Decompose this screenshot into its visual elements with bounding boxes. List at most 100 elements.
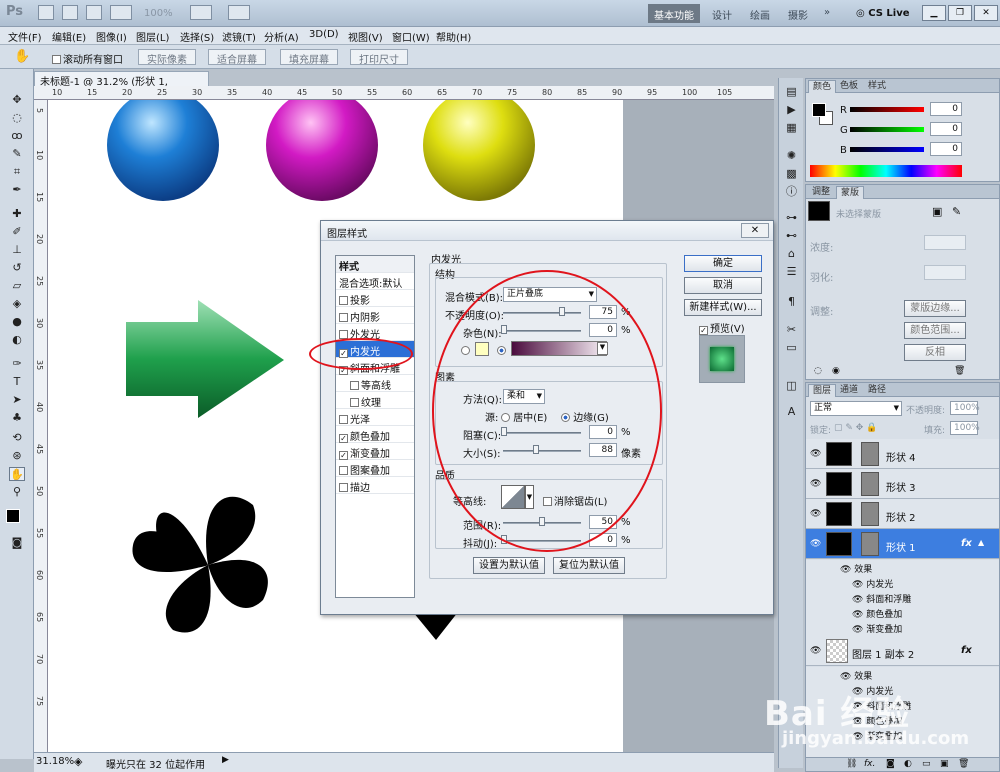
document-tab[interactable]: 未标题-1 @ 31.2% (形状 1, RGB/8) * ✕	[34, 71, 209, 99]
navigator-icon[interactable]: ▩	[783, 166, 800, 181]
mask-edge-button[interactable]: 蒙版边缘...	[904, 300, 966, 317]
crop-tool-icon[interactable]: ⌗	[9, 165, 25, 179]
layer-row[interactable]: 👁 形状 4	[806, 439, 999, 469]
mask-icon[interactable]: ✂	[783, 322, 800, 337]
new-style-button[interactable]: 新建样式(W)...	[684, 299, 762, 316]
feather-input[interactable]	[924, 265, 966, 280]
actions-icon[interactable]: ▶	[783, 102, 800, 117]
layer-row-selected[interactable]: 👁 形状 1 fx ▲	[806, 529, 999, 559]
new-layer-icon[interactable]: ▣	[940, 759, 949, 769]
ok-button[interactable]: 确定	[684, 255, 762, 272]
texture-checkbox[interactable]	[350, 398, 359, 407]
pen-tool-icon[interactable]: ✑	[9, 357, 25, 371]
type-tool-icon[interactable]: T	[9, 375, 25, 389]
tab-layers[interactable]: 图层	[808, 384, 837, 397]
satin-checkbox[interactable]	[339, 415, 348, 424]
eyedropper-tool-icon[interactable]: ✒	[9, 183, 25, 197]
zoom-tool-icon[interactable]: ⚲	[9, 485, 25, 499]
fx-badge[interactable]: fx	[961, 538, 972, 549]
r-input[interactable]: 0	[930, 102, 962, 116]
menu-help[interactable]: 帮助(H)	[436, 29, 471, 44]
workspace-essentials[interactable]: 基本功能	[648, 4, 700, 23]
animation-icon[interactable]: ▦	[783, 120, 800, 135]
menu-image[interactable]: 图像(I)	[96, 29, 127, 44]
eye-icon[interactable]: 👁	[810, 509, 821, 519]
paragraph-icon[interactable]: ¶	[783, 294, 800, 309]
move-tool-icon[interactable]: ✥	[9, 93, 25, 107]
collapse-effects-icon[interactable]: ▲	[978, 538, 984, 547]
style-stroke[interactable]: 描边	[336, 477, 414, 494]
tab-styles[interactable]: 样式	[864, 80, 890, 93]
g-input[interactable]: 0	[930, 122, 962, 136]
workspace-more-icon[interactable]: »	[818, 4, 836, 23]
lasso-tool-icon[interactable]: ꝏ	[9, 129, 25, 143]
layer-row[interactable]: 👁 形状 3	[806, 469, 999, 499]
menu-window[interactable]: 窗口(W)	[392, 29, 430, 44]
menu-layer[interactable]: 图层(L)	[136, 29, 169, 44]
fx-badge[interactable]: fx	[961, 645, 972, 656]
inner-shadow-checkbox[interactable]	[339, 313, 348, 322]
actual-pixels-button[interactable]: 实际像素	[138, 49, 196, 66]
layer-blend-select[interactable]: 正常 ▼	[810, 401, 902, 416]
drop-shadow-checkbox[interactable]	[339, 296, 348, 305]
quick-select-tool-icon[interactable]: ✎	[9, 147, 25, 161]
styles-header[interactable]: 样式	[336, 256, 414, 273]
b-input[interactable]: 0	[930, 142, 962, 156]
3d-rotate-icon[interactable]: ⟲	[9, 431, 25, 445]
hand-tool-icon[interactable]: ✋	[9, 467, 25, 481]
gradient-overlay-checkbox[interactable]: ✓	[339, 451, 348, 460]
dodge-tool-icon[interactable]: ◐	[9, 333, 25, 347]
link-layers-icon[interactable]: ⛓	[846, 759, 857, 769]
delete-mask-icon[interactable]: 🗑	[954, 366, 965, 376]
character-icon[interactable]: A	[783, 404, 800, 419]
screen-mode-icon[interactable]	[228, 5, 250, 20]
tab-channels[interactable]: 通道	[836, 384, 862, 397]
bridge-icon[interactable]	[38, 5, 54, 20]
invert-button[interactable]: 反相	[904, 344, 966, 361]
vector-mask-icon[interactable]: ✎	[952, 205, 961, 218]
effect-row[interactable]: 👁 内发光	[852, 577, 893, 590]
reset-default-button[interactable]: 复位为默认值	[553, 557, 625, 574]
style-contour[interactable]: 等高线	[336, 375, 414, 392]
restore-icon[interactable]: ❐	[948, 5, 972, 21]
effects-header[interactable]: 👁 效果	[840, 562, 872, 575]
3d-icon[interactable]: ☰	[783, 264, 800, 279]
pattern-overlay-checkbox[interactable]	[339, 466, 348, 475]
status-info-icon[interactable]: ◈	[74, 755, 82, 768]
delete-layer-icon[interactable]: 🗑	[958, 759, 969, 769]
tool-presets-icon[interactable]: ⊷	[783, 228, 800, 243]
style-blend-options[interactable]: 混合选项:默认	[336, 273, 414, 290]
tab-swatches[interactable]: 色板	[836, 80, 862, 93]
menu-select[interactable]: 选择(S)	[180, 29, 214, 44]
effect-row[interactable]: 👁 颜色叠加	[852, 607, 902, 620]
eye-icon[interactable]: 👁	[810, 449, 821, 459]
close-window-icon[interactable]: ✕	[974, 5, 998, 21]
eye-icon[interactable]: 👁	[810, 646, 821, 656]
tab-paths[interactable]: 路径	[864, 384, 890, 397]
menu-view[interactable]: 视图(V)	[348, 29, 383, 44]
style-pattern-overlay[interactable]: 图案叠加	[336, 460, 414, 477]
fill-input[interactable]: 100%	[950, 421, 980, 435]
layer-opacity-input[interactable]: 100%	[950, 401, 980, 415]
zoom-level[interactable]: 100%	[144, 8, 173, 19]
view-extras-icon[interactable]	[110, 5, 132, 20]
foreground-color-swatch[interactable]	[6, 509, 20, 523]
load-selection-icon[interactable]: ◌	[814, 366, 822, 376]
fit-screen-button[interactable]: 适合屏幕	[208, 49, 266, 66]
minimize-icon[interactable]: ▁	[922, 5, 946, 21]
workspace-design[interactable]: 设计	[706, 4, 738, 23]
style-drop-shadow[interactable]: 投影	[336, 290, 414, 307]
eraser-tool-icon[interactable]: ▱	[9, 279, 25, 293]
g-slider[interactable]	[850, 127, 924, 132]
style-satin[interactable]: 光泽	[336, 409, 414, 426]
tab-adjustments[interactable]: 调整	[808, 186, 834, 199]
color-spectrum[interactable]	[810, 165, 962, 177]
new-group-icon[interactable]: ▭	[922, 759, 931, 769]
arrange-docs-icon[interactable]	[190, 5, 212, 20]
guides-icon[interactable]	[86, 5, 102, 20]
brush-presets-icon[interactable]: ✺	[783, 148, 800, 163]
layer-row[interactable]: 👁 形状 2	[806, 499, 999, 529]
3d-orbit-icon[interactable]: ⊛	[9, 449, 25, 463]
status-zoom[interactable]: 31.18%	[36, 756, 74, 767]
density-input[interactable]	[924, 235, 966, 250]
